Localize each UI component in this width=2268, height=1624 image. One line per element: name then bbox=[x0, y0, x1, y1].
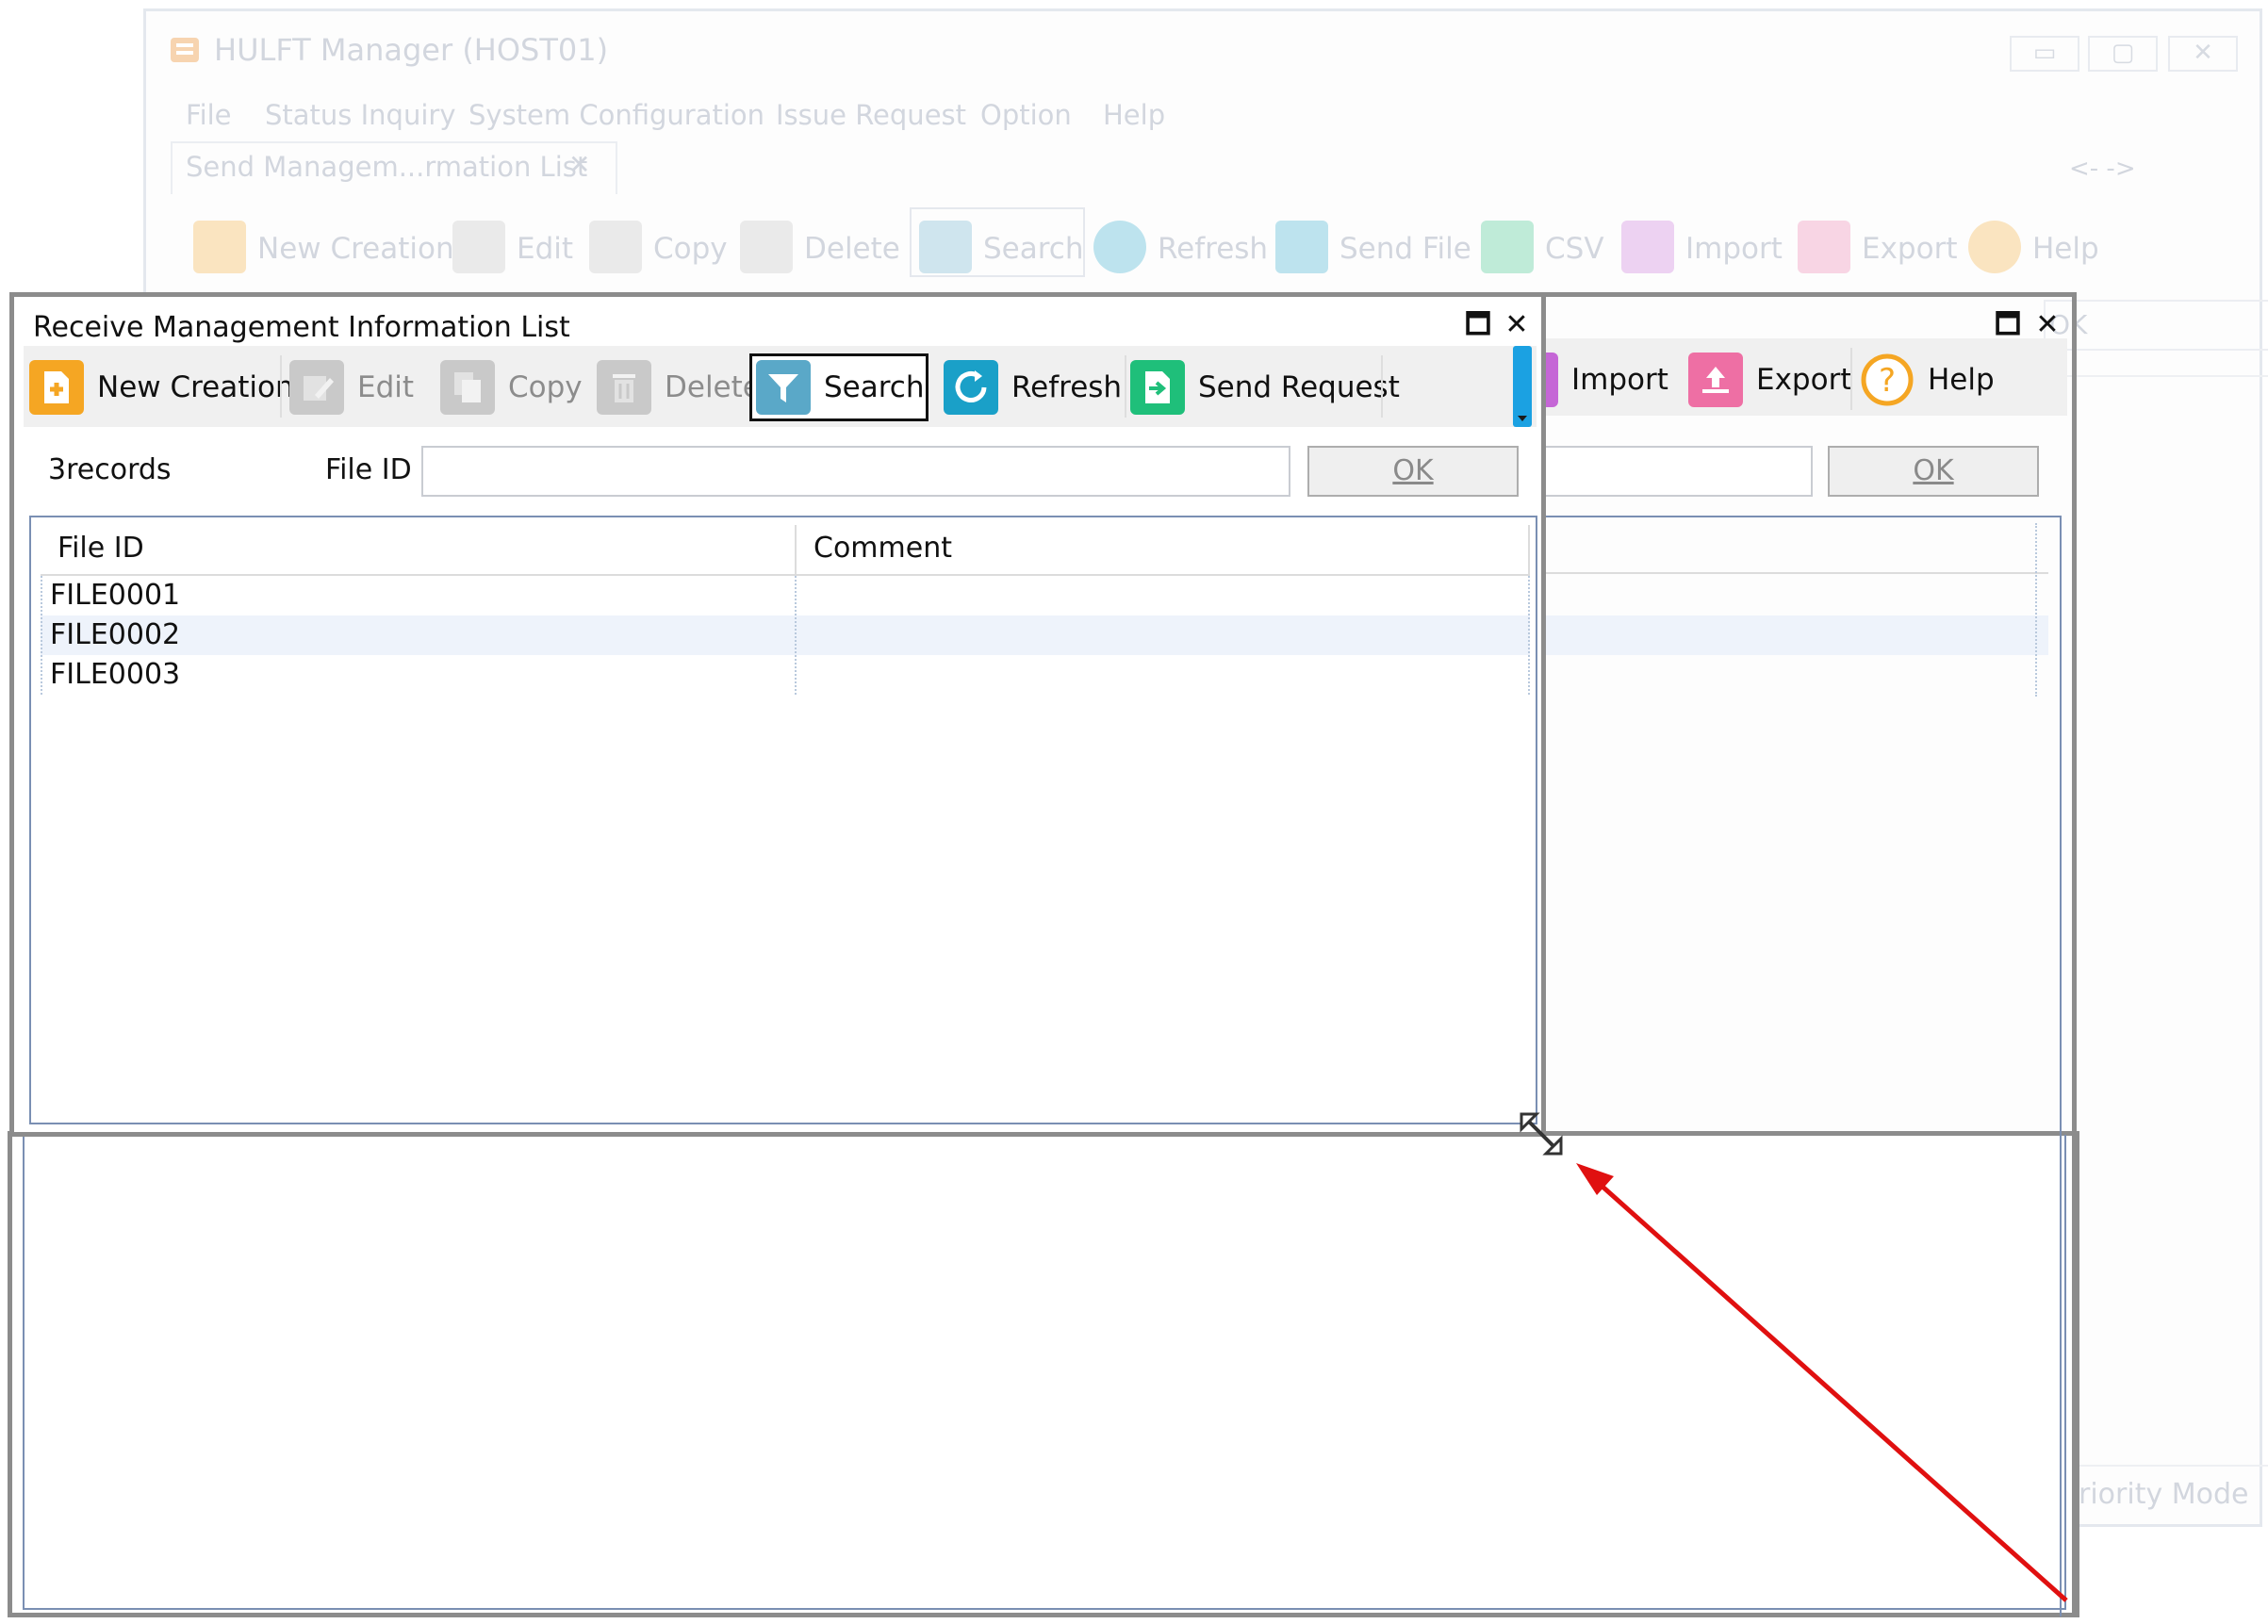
annotation-arrow-icon bbox=[1576, 1163, 2068, 1602]
